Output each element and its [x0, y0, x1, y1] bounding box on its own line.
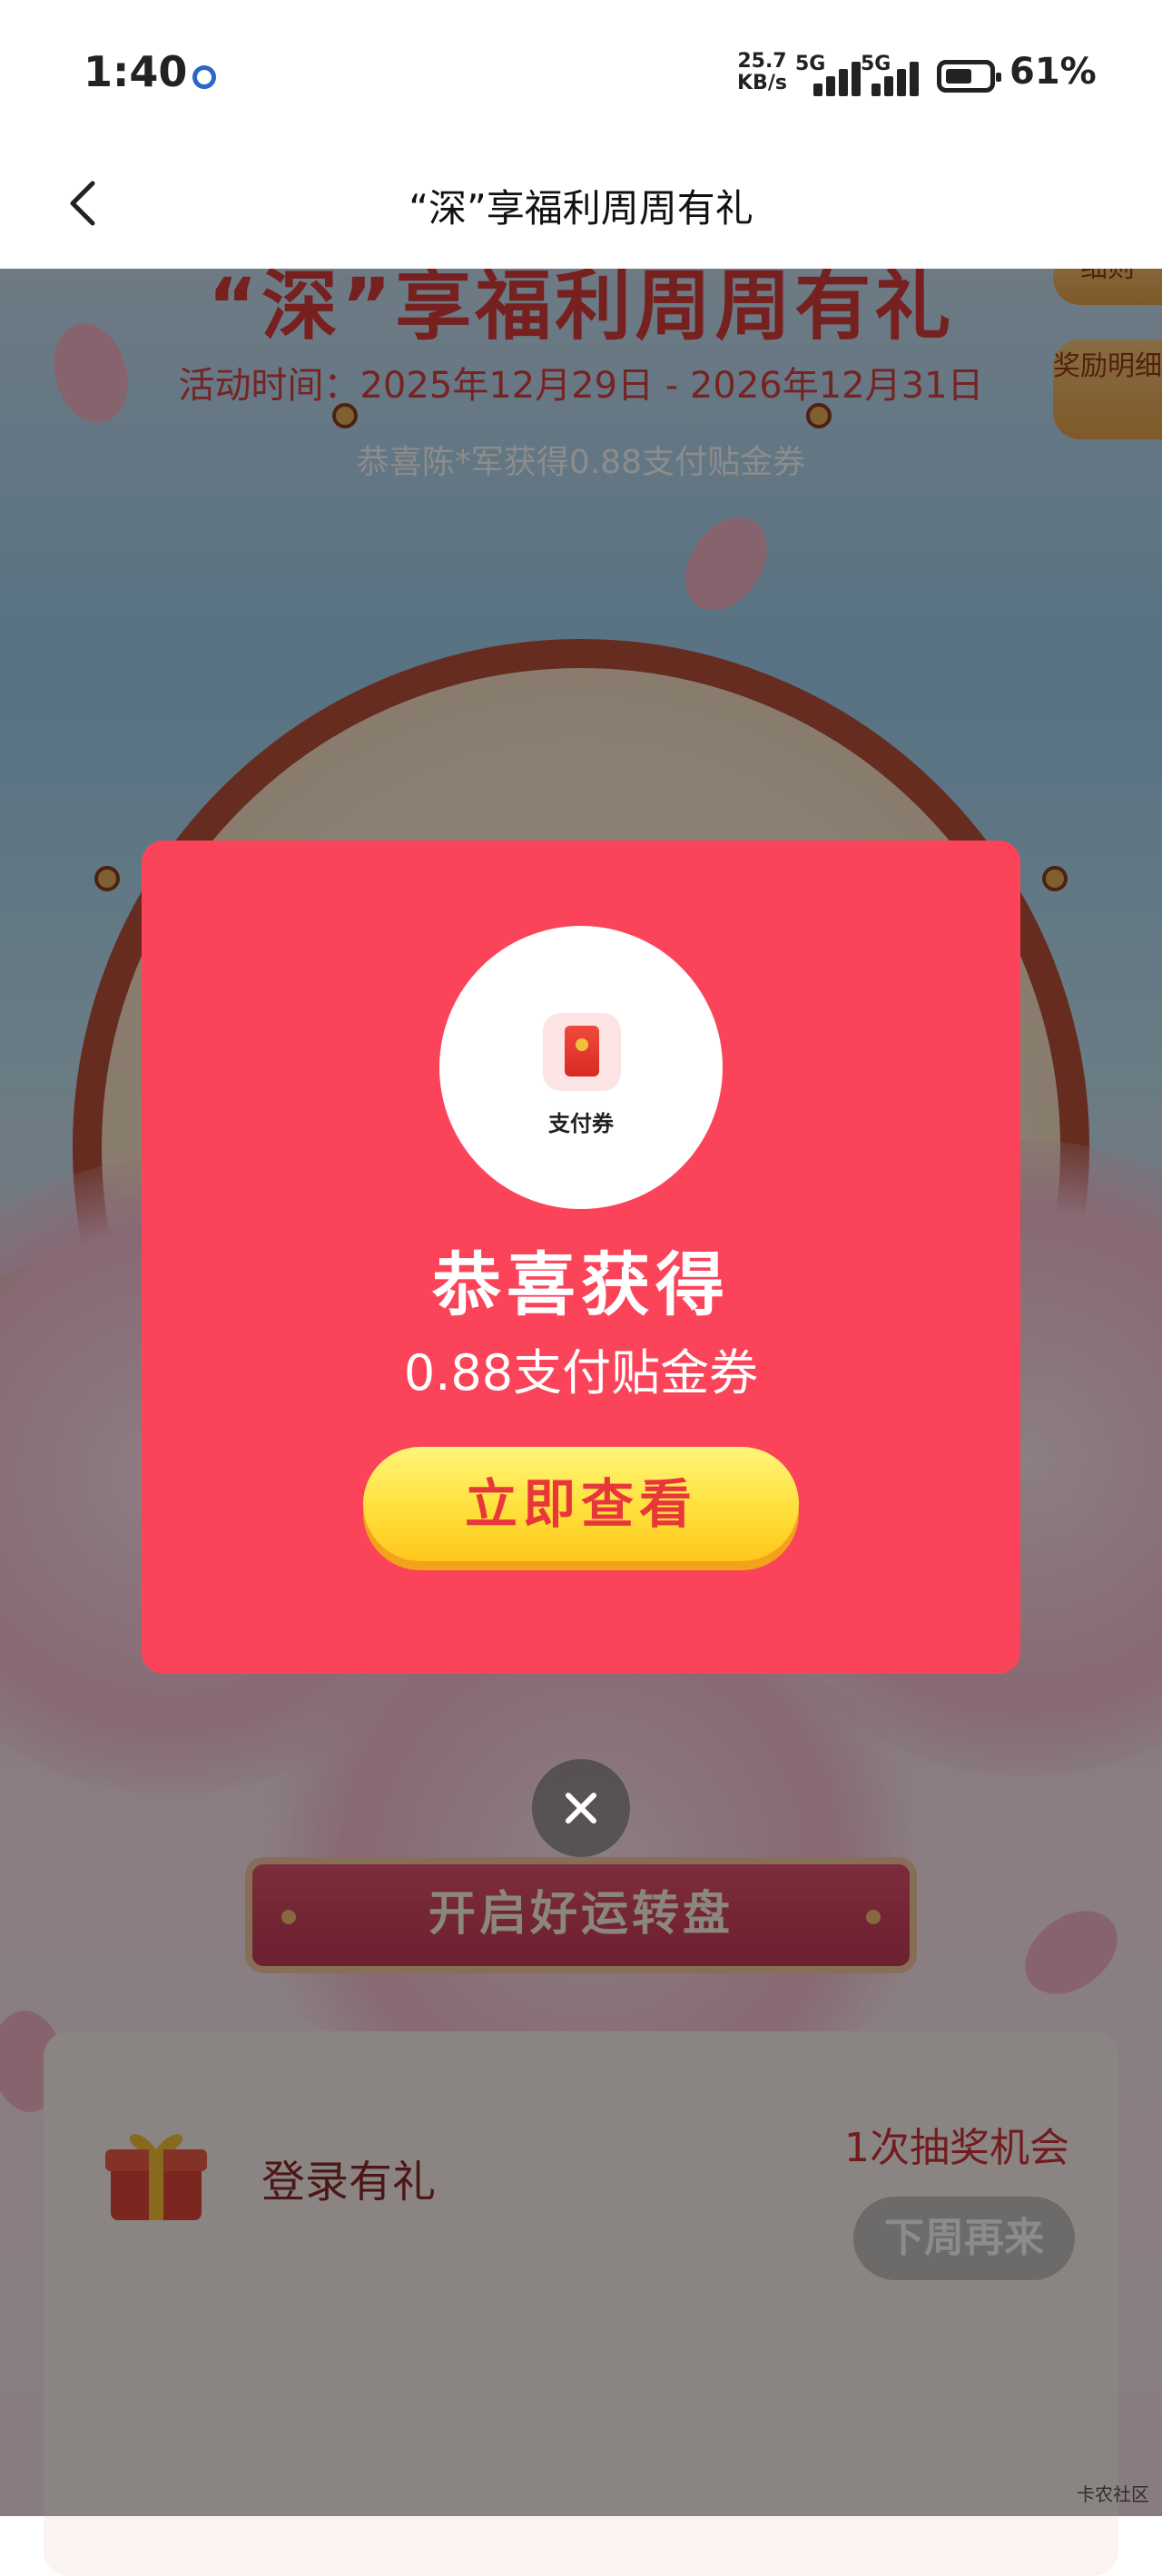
coupon-label: 支付券: [548, 1111, 614, 1136]
network-speed-unit: KB/s: [737, 72, 787, 94]
status-time: 1:40: [84, 47, 188, 96]
sim1-signal-icon: [806, 60, 864, 96]
notification-app-icon: [192, 65, 216, 89]
prize-description: 0.88支付贴金券: [403, 1344, 759, 1401]
network-speed-value: 25.7: [737, 50, 787, 73]
battery-percentage: 61%: [1009, 51, 1097, 93]
modal-heading: 恭喜获得: [432, 1244, 730, 1325]
red-envelope-icon: [543, 1013, 621, 1091]
network-speed: 25.7 KB/s: [737, 51, 787, 94]
view-now-button[interactable]: 立即查看: [363, 1447, 799, 1561]
page-title: “深”享福利周周有礼: [409, 186, 753, 231]
close-modal-button[interactable]: [532, 1759, 630, 1857]
close-icon: [566, 1793, 596, 1824]
sim2-signal-icon: [864, 60, 922, 96]
status-bar: 1:40 25.7 KB/s 5G 5G 61%: [0, 0, 1162, 145]
battery-icon: [937, 60, 1001, 93]
